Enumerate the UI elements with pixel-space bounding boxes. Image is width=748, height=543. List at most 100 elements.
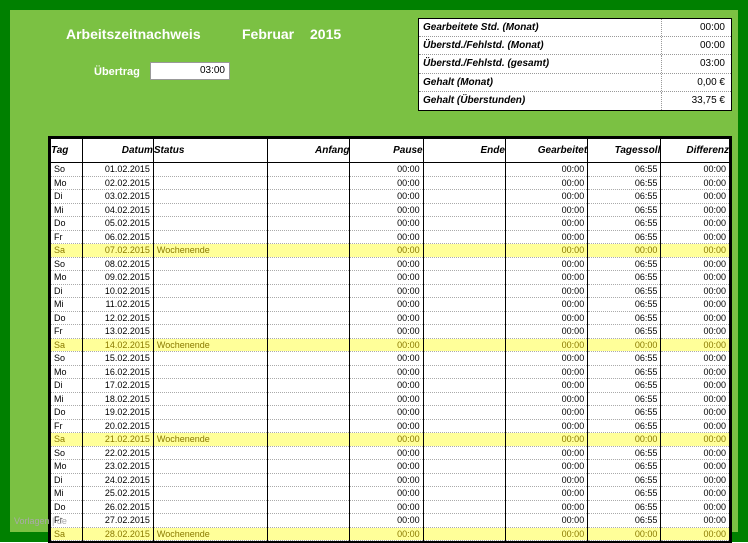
cell-target[interactable]: 06:55 [588, 230, 661, 244]
cell-target[interactable]: 06:55 [588, 460, 661, 474]
cell-end[interactable] [423, 500, 505, 514]
cell-end[interactable] [423, 473, 505, 487]
cell-status[interactable] [153, 284, 267, 298]
cell-day[interactable]: Do [51, 406, 83, 420]
cell-diff[interactable]: 00:00 [661, 392, 730, 406]
cell-end[interactable] [423, 406, 505, 420]
cell-status[interactable] [153, 352, 267, 366]
cell-break[interactable]: 00:00 [350, 230, 423, 244]
cell-worked[interactable]: 00:00 [505, 392, 587, 406]
cell-status[interactable] [153, 406, 267, 420]
cell-date[interactable]: 27.02.2015 [83, 514, 154, 528]
cell-date[interactable]: 28.02.2015 [83, 527, 154, 541]
cell-diff[interactable]: 00:00 [661, 352, 730, 366]
cell-diff[interactable]: 00:00 [661, 487, 730, 501]
cell-day[interactable]: So [51, 446, 83, 460]
cell-start[interactable] [268, 500, 350, 514]
cell-diff[interactable]: 00:00 [661, 500, 730, 514]
cell-day[interactable]: Sa [51, 244, 83, 258]
cell-break[interactable]: 00:00 [350, 500, 423, 514]
cell-break[interactable]: 00:00 [350, 379, 423, 393]
cell-day[interactable]: Di [51, 379, 83, 393]
cell-start[interactable] [268, 257, 350, 271]
cell-status[interactable] [153, 311, 267, 325]
cell-diff[interactable]: 00:00 [661, 163, 730, 177]
cell-status[interactable] [153, 514, 267, 528]
cell-target[interactable]: 06:55 [588, 514, 661, 528]
cell-date[interactable]: 21.02.2015 [83, 433, 154, 447]
cell-worked[interactable]: 00:00 [505, 352, 587, 366]
cell-date[interactable]: 25.02.2015 [83, 487, 154, 501]
cell-day[interactable]: Mi [51, 298, 83, 312]
cell-status[interactable] [153, 365, 267, 379]
cell-end[interactable] [423, 392, 505, 406]
cell-worked[interactable]: 00:00 [505, 257, 587, 271]
cell-worked[interactable]: 00:00 [505, 325, 587, 339]
cell-end[interactable] [423, 514, 505, 528]
cell-diff[interactable]: 00:00 [661, 325, 730, 339]
cell-status[interactable] [153, 379, 267, 393]
cell-start[interactable] [268, 230, 350, 244]
cell-diff[interactable]: 00:00 [661, 217, 730, 231]
cell-day[interactable]: Do [51, 311, 83, 325]
cell-start[interactable] [268, 163, 350, 177]
cell-worked[interactable]: 00:00 [505, 230, 587, 244]
cell-date[interactable]: 20.02.2015 [83, 419, 154, 433]
carryover-input[interactable]: 03:00 [150, 62, 230, 80]
cell-end[interactable] [423, 163, 505, 177]
cell-status[interactable] [153, 446, 267, 460]
cell-break[interactable]: 00:00 [350, 406, 423, 420]
cell-worked[interactable]: 00:00 [505, 311, 587, 325]
cell-break[interactable]: 00:00 [350, 217, 423, 231]
cell-end[interactable] [423, 338, 505, 352]
cell-worked[interactable]: 00:00 [505, 365, 587, 379]
cell-worked[interactable]: 00:00 [505, 284, 587, 298]
cell-date[interactable]: 18.02.2015 [83, 392, 154, 406]
cell-start[interactable] [268, 419, 350, 433]
cell-status[interactable] [153, 392, 267, 406]
cell-end[interactable] [423, 365, 505, 379]
cell-start[interactable] [268, 379, 350, 393]
cell-target[interactable]: 06:55 [588, 257, 661, 271]
cell-date[interactable]: 19.02.2015 [83, 406, 154, 420]
cell-break[interactable]: 00:00 [350, 298, 423, 312]
cell-worked[interactable]: 00:00 [505, 217, 587, 231]
cell-end[interactable] [423, 352, 505, 366]
cell-start[interactable] [268, 325, 350, 339]
cell-status[interactable] [153, 203, 267, 217]
cell-start[interactable] [268, 406, 350, 420]
cell-end[interactable] [423, 433, 505, 447]
cell-target[interactable]: 06:55 [588, 163, 661, 177]
cell-day[interactable]: Mi [51, 392, 83, 406]
cell-day[interactable]: Mo [51, 271, 83, 285]
cell-day[interactable]: Mo [51, 365, 83, 379]
cell-date[interactable]: 05.02.2015 [83, 217, 154, 231]
cell-diff[interactable]: 00:00 [661, 311, 730, 325]
cell-diff[interactable]: 00:00 [661, 379, 730, 393]
cell-status[interactable] [153, 176, 267, 190]
cell-status[interactable] [153, 473, 267, 487]
cell-day[interactable]: Di [51, 284, 83, 298]
cell-day[interactable]: Mi [51, 487, 83, 501]
cell-worked[interactable]: 00:00 [505, 176, 587, 190]
cell-break[interactable]: 00:00 [350, 311, 423, 325]
cell-end[interactable] [423, 203, 505, 217]
cell-day[interactable]: Fr [51, 325, 83, 339]
cell-break[interactable]: 00:00 [350, 514, 423, 528]
cell-start[interactable] [268, 473, 350, 487]
cell-target[interactable]: 06:55 [588, 446, 661, 460]
cell-target[interactable]: 06:55 [588, 392, 661, 406]
cell-start[interactable] [268, 487, 350, 501]
cell-start[interactable] [268, 271, 350, 285]
cell-worked[interactable]: 00:00 [505, 406, 587, 420]
cell-start[interactable] [268, 284, 350, 298]
cell-diff[interactable]: 00:00 [661, 298, 730, 312]
cell-end[interactable] [423, 460, 505, 474]
cell-diff[interactable]: 00:00 [661, 446, 730, 460]
cell-target[interactable]: 06:55 [588, 487, 661, 501]
cell-break[interactable]: 00:00 [350, 203, 423, 217]
cell-worked[interactable]: 00:00 [505, 514, 587, 528]
cell-start[interactable] [268, 433, 350, 447]
cell-day[interactable]: Do [51, 500, 83, 514]
cell-status[interactable] [153, 257, 267, 271]
